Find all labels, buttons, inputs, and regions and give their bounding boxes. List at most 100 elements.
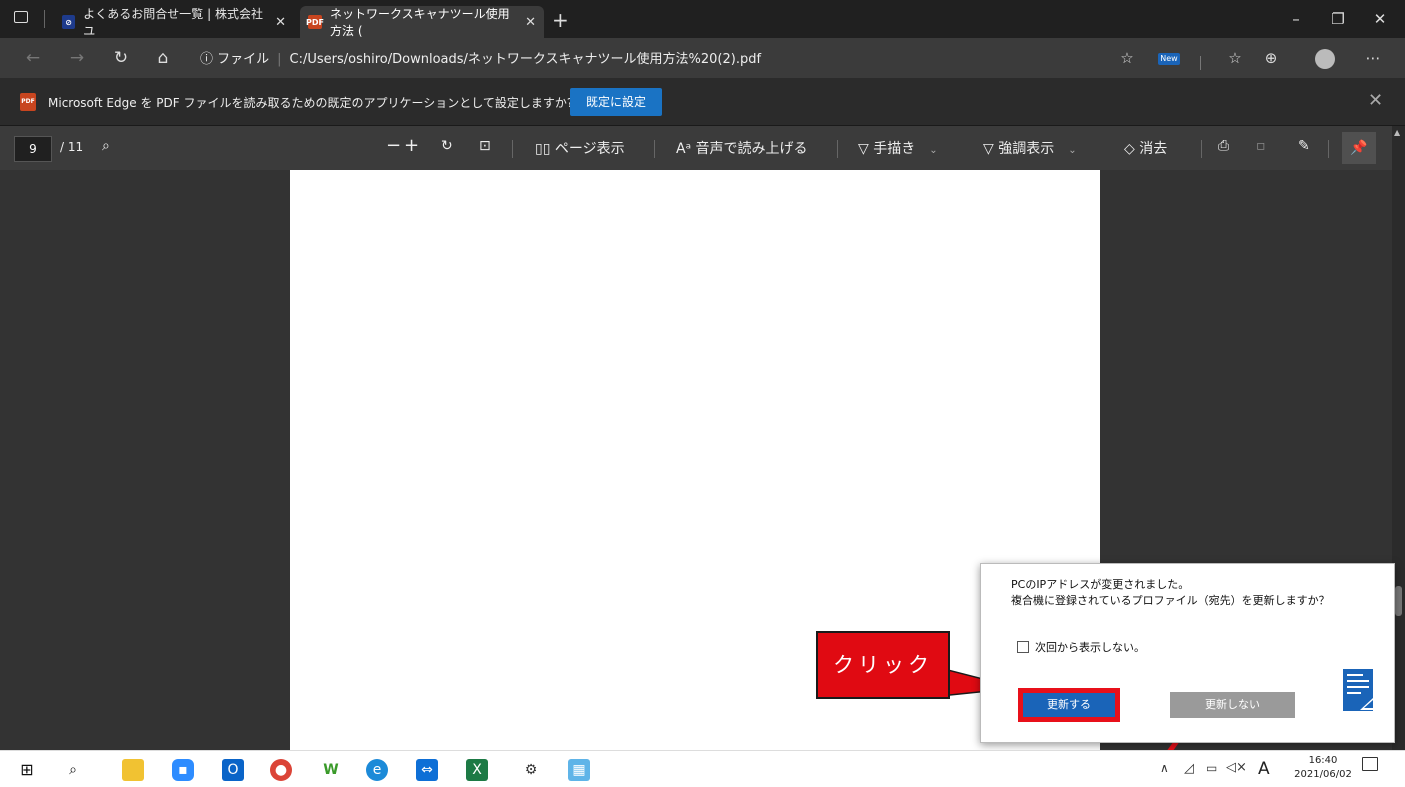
erase-button[interactable]: ◇ 消去 [1124,138,1167,158]
read-aloud-button[interactable]: Aᵃ 音声で読み上げる [676,138,808,158]
more-menu-icon[interactable]: ⋯ [1360,46,1386,70]
page-view-label: ページ表示 [554,141,625,157]
profile-avatar[interactable] [1312,46,1338,70]
favorites-icon[interactable]: ☆ [1222,46,1248,70]
search-icon[interactable]: ⌕ [102,138,110,154]
page-number-input[interactable]: 9 [14,136,52,162]
draw-label: 手描き [873,141,916,157]
click-callout: クリック [816,631,950,699]
highlight-button[interactable]: ▽ 強調表示 ⌄ [983,138,1077,158]
toolbar-divider [837,140,838,158]
erase-label: 消去 [1139,141,1168,157]
chevron-up-icon[interactable]: ∧ [1160,761,1169,775]
print-icon[interactable]: ⎙ [1218,138,1229,154]
chrome-icon[interactable]: ● [270,759,292,781]
close-window-button[interactable]: ✕ [1360,6,1400,32]
toolbar-divider [1201,140,1202,158]
home-icon[interactable]: ⌂ [150,46,176,70]
fit-page-icon[interactable]: ⊡ [479,138,491,154]
toolbar-divider [1200,56,1201,70]
tab-label: ネットワークスキャナツール使用方法 ( [330,7,510,38]
url-separator: | [277,52,282,67]
new-tab-button[interactable]: + [552,8,569,32]
settings-gear-icon[interactable]: ⚙ [520,759,542,781]
eraser-icon: ◇ [1124,141,1140,157]
site-info-label[interactable]: ⓘ ファイル [200,52,269,67]
tab-pdf[interactable]: PDF ネットワークスキャナツール使用方法 ( ✕ [300,6,544,38]
scroll-thumb[interactable] [1395,586,1402,616]
close-tab-icon[interactable]: ✕ [275,15,286,30]
dialog-message-line1: PCのIPアドレスが変更されました。 [1011,578,1190,591]
zoom-out-icon[interactable]: − [386,135,401,156]
excel-icon[interactable]: X [466,759,488,781]
ime-indicator[interactable]: A [1258,759,1270,779]
forward-arrow-icon[interactable]: → [64,46,90,70]
windows-start-icon[interactable]: ⊞ [16,759,38,781]
clock[interactable]: 16:40 2021/06/02 [1294,754,1352,782]
minimize-button[interactable]: – [1276,6,1316,32]
refresh-icon[interactable]: ↻ [108,46,134,70]
tab-faq[interactable]: ⊘ よくあるお問合せ一覧 | 株式会社ユ ✕ [54,6,294,38]
pdf-toolbar: 9 / 11 ⌕ − + ↻ ⊡ ▯▯ ページ表示 Aᵃ 音声で読み上げる ▽ … [0,126,1405,170]
url-field[interactable]: ⓘ ファイル | C:/Users/oshiro/Downloads/ネットワークス… [200,48,761,67]
page-view-button[interactable]: ▯▯ ページ表示 [535,138,625,158]
tab-divider [44,10,45,28]
highlight-icon: ▽ [983,141,999,157]
save-icon[interactable]: ▫ [1256,138,1266,154]
taskbar: ⊞ ⌕ ▪ O ● W e ⇔ X ⚙ ▦ ∧ ◿ ▭ ◁× A 16:40 2… [0,750,1405,787]
site-favicon-icon: ⊘ [62,15,76,29]
dont-show-checkbox[interactable] [1017,641,1029,653]
outlook-icon[interactable]: O [222,759,244,781]
tab-label: よくあるお問合せ一覧 | 株式会社ユ [83,7,263,38]
update-button[interactable]: 更新する [1018,688,1120,722]
page-total: / 11 [60,140,84,154]
volume-icon[interactable]: ◁× [1226,760,1247,775]
file-explorer-icon[interactable] [122,759,144,781]
checkbox-label: 次回から表示しない。 [1035,641,1145,654]
chevron-down-icon[interactable]: ⌄ [1068,145,1076,156]
toolbar-divider [1328,140,1329,158]
close-tab-icon[interactable]: ✕ [525,15,536,30]
clock-time: 16:40 [1308,755,1338,766]
wifi-icon[interactable]: ◿ [1184,761,1194,776]
add-favorite-icon[interactable]: ☆ [1114,46,1140,70]
toolbar-divider [512,140,513,158]
battery-icon[interactable]: ▭ [1206,761,1217,775]
save-as-icon[interactable]: ✎ [1298,138,1310,154]
search-icon[interactable]: ⌕ [62,759,84,781]
infobar-message: Microsoft Edge を PDF ファイルを読み取るための既定のアプリケ… [48,96,574,110]
scroll-up-arrow-icon[interactable]: ▲ [1394,128,1400,137]
draw-icon: ▽ [858,141,874,157]
word-icon[interactable]: W [320,759,342,781]
pin-toolbar-button[interactable]: 📌 [1342,132,1376,164]
network-scan-icon[interactable]: ▦ [568,759,590,781]
new-badge: New [1158,52,1180,65]
collections-icon[interactable]: ⊕ [1258,46,1284,70]
zoom-in-icon[interactable]: + [404,135,419,156]
notification-icon[interactable] [1362,757,1378,771]
set-default-button[interactable]: 既定に設定 [570,88,662,116]
chevron-down-icon[interactable]: ⌄ [929,145,937,156]
restore-button[interactable]: ❐ [1318,6,1358,32]
page-view-icon: ▯▯ [535,141,555,157]
close-infobar-icon[interactable]: ✕ [1368,90,1383,111]
address-bar: ← → ↻ ⌂ ⓘ ファイル | C:/Users/oshiro/Downloads… [0,38,1405,78]
zoom-icon[interactable]: ▪ [172,759,194,781]
no-update-button[interactable]: 更新しない [1170,692,1295,718]
extension-icon[interactable]: New [1156,46,1182,70]
read-aloud-label: 音声で読み上げる [695,141,808,157]
toolbar-divider [654,140,655,158]
rotate-icon[interactable]: ↻ [441,138,453,154]
highlight-label: 強調表示 [998,141,1055,157]
clock-date: 2021/06/02 [1294,769,1352,780]
draw-button[interactable]: ▽ 手描き ⌄ [858,138,938,158]
tab-actions-icon[interactable] [14,11,28,23]
teamviewer-icon[interactable]: ⇔ [416,759,438,781]
edge-icon[interactable]: e [366,759,388,781]
read-aloud-icon: Aᵃ [676,141,696,157]
pdf-favicon-icon: PDF [306,15,324,29]
ip-change-dialog: PCのIPアドレスが変更されました。 複合機に登録されているプロファイル（宛先）… [980,563,1395,743]
tab-bar: ⊘ よくあるお問合せ一覧 | 株式会社ユ ✕ PDF ネットワークスキャナツール… [0,0,1405,38]
back-arrow-icon[interactable]: ← [20,46,46,70]
default-app-infobar: PDF Microsoft Edge を PDF ファイルを読み取るための既定の… [0,78,1405,126]
